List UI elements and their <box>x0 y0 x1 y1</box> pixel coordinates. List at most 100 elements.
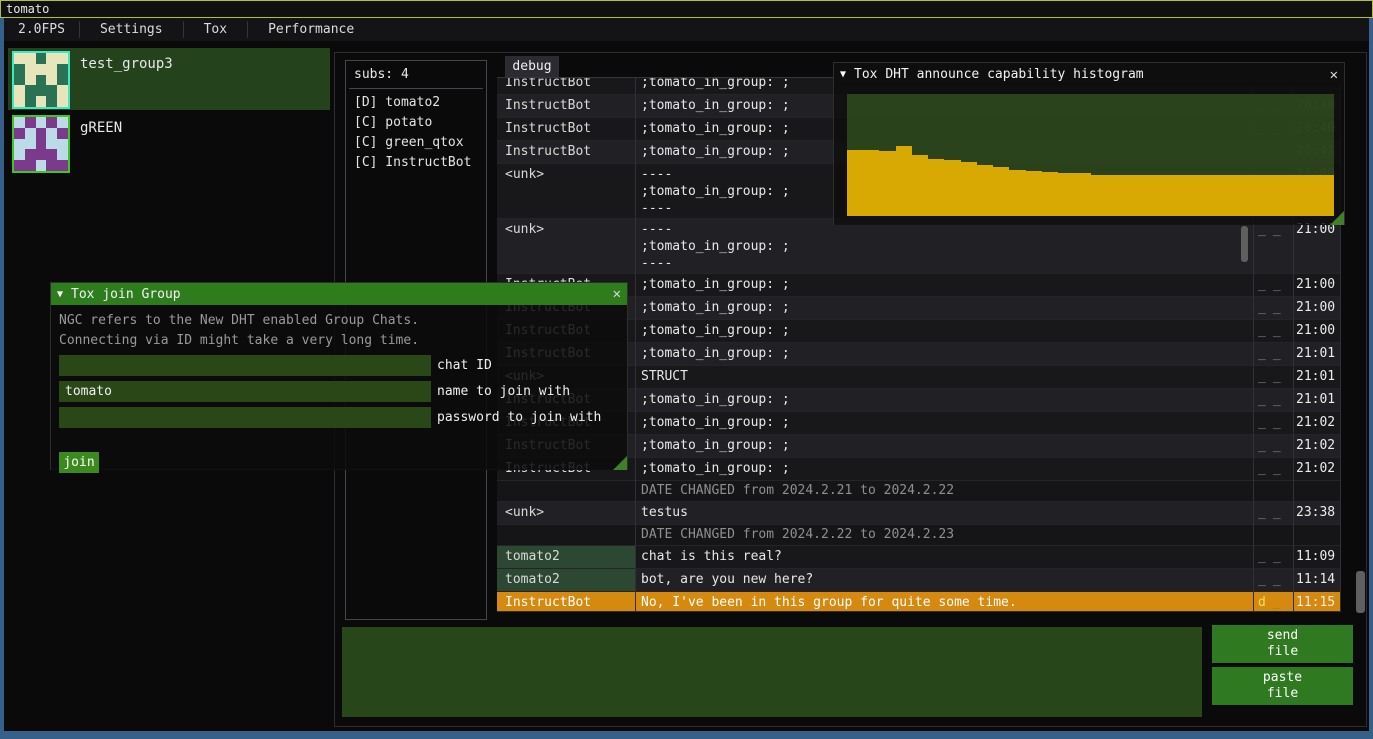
window-border-right <box>1369 18 1373 739</box>
window-border-bottom <box>0 731 1373 739</box>
message-text: ;tomato_in_group: ; <box>635 435 1253 457</box>
group-avatar <box>12 51 70 109</box>
message-time: 21:02 <box>1293 412 1340 434</box>
tab-debug[interactable]: debug <box>505 56 559 77</box>
sidebar-group-test_group3[interactable]: test_group3 <box>8 48 330 110</box>
menu-tox[interactable]: Tox <box>184 18 247 41</box>
fps-indicator: 2.0FPS <box>4 18 79 41</box>
column-separator <box>635 78 636 612</box>
members-separator <box>349 88 483 89</box>
app-window: tomato 2.0FPS Settings Tox Performance t… <box>0 0 1373 739</box>
message-author: InstructBot <box>497 118 635 140</box>
message-text: ;tomato_in_group: ; <box>635 320 1253 342</box>
chat-message-row[interactable]: <unk> testus __ 23:38 <box>497 502 1340 525</box>
message-author: <unk> <box>497 219 635 273</box>
message-time: 11:15 <box>1293 592 1340 612</box>
message-time: 21:00 <box>1293 297 1340 319</box>
message-text: ;tomato_in_group: ; <box>635 412 1253 434</box>
close-icon[interactable]: ✕ <box>1330 67 1338 83</box>
message-author: tomato2 <box>497 546 635 568</box>
chat-message-row[interactable]: <unk> ---- ;tomato_in_group: ; ---- __ 2… <box>497 219 1340 274</box>
system-message-text: DATE CHANGED from 2024.2.22 to 2024.2.23 <box>635 525 1340 545</box>
message-status: __ <box>1253 458 1293 480</box>
message-text: chat is this real? <box>635 546 1253 568</box>
send-file-button[interactable]: send file <box>1212 625 1353 663</box>
menu-settings[interactable]: Settings <box>80 18 183 41</box>
message-time: 21:00 <box>1293 274 1340 296</box>
resize-grip[interactable] <box>1330 211 1344 225</box>
system-message-text: DATE CHANGED from 2024.2.21 to 2024.2.22 <box>635 481 1340 501</box>
message-time: 21:00 <box>1293 320 1340 342</box>
message-author: <unk> <box>497 164 635 218</box>
os-titlebar[interactable]: tomato <box>0 0 1373 18</box>
chat-message-row[interactable]: tomato2 bot, are you new here? __ 11:14 <box>497 569 1340 592</box>
close-icon[interactable]: ✕ <box>613 286 621 302</box>
chat-id-input[interactable] <box>59 355 431 376</box>
dht-histogram-titlebar[interactable]: ▼ Tox DHT announce capability histogram … <box>834 63 1344 86</box>
group-name: gREEN <box>80 120 122 174</box>
message-text: No, I've been in this group for quite so… <box>635 592 1253 612</box>
chat-message-row-selected[interactable]: InstructBot No, I've been in this group … <box>497 592 1340 612</box>
message-time: 21:01 <box>1293 366 1340 388</box>
system-message-row: DATE CHANGED from 2024.2.22 to 2024.2.23 <box>497 525 1340 546</box>
message-input[interactable] <box>342 627 1202 717</box>
message-time: 11:14 <box>1293 569 1340 591</box>
message-author: InstructBot <box>497 78 635 94</box>
message-author: <unk> <box>497 502 635 524</box>
member-item[interactable]: [C] potato <box>346 113 486 133</box>
join-button[interactable]: join <box>59 452 99 473</box>
dht-histogram-window: ▼ Tox DHT announce capability histogram … <box>833 62 1345 225</box>
message-author: InstructBot <box>497 592 635 612</box>
chat-message-row[interactable]: tomato2 chat is this real? __ 11:09 <box>497 546 1340 569</box>
message-status: __ <box>1253 569 1293 591</box>
join-info-line: Connecting via ID might take a very long… <box>59 333 419 348</box>
join-password-label: password to join with <box>437 407 601 428</box>
message-time: 21:01 <box>1293 343 1340 365</box>
message-time: 21:01 <box>1293 389 1340 411</box>
window-title: Tox DHT announce capability histogram <box>854 67 1144 82</box>
message-text: ;tomato_in_group: ; <box>635 274 1253 296</box>
message-status: d_ <box>1253 592 1293 612</box>
join-password-input[interactable] <box>59 407 431 428</box>
system-message-row: DATE CHANGED from 2024.2.21 to 2024.2.22 <box>497 481 1340 502</box>
paste-file-button[interactable]: paste file <box>1212 667 1353 705</box>
chat-id-label: chat ID <box>437 355 492 376</box>
join-group-titlebar[interactable]: ▼ Tox join Group ✕ <box>51 283 627 305</box>
message-text: ;tomato_in_group: ; <box>635 297 1253 319</box>
join-info-line: NGC refers to the New DHT enabled Group … <box>59 313 419 328</box>
join-name-input[interactable]: tomato <box>59 381 431 402</box>
join-name-label: name to join with <box>437 381 570 402</box>
message-author: tomato2 <box>497 569 635 591</box>
message-status: __ <box>1253 219 1293 273</box>
sidebar-group-gREEN[interactable]: gREEN <box>8 112 330 174</box>
group-name: test_group3 <box>80 56 173 110</box>
message-status: __ <box>1253 389 1293 411</box>
menubar: 2.0FPS Settings Tox Performance <box>4 18 1369 41</box>
resize-grip[interactable] <box>613 456 627 470</box>
message-time: 11:09 <box>1293 546 1340 568</box>
message-time: 23:38 <box>1293 502 1340 524</box>
message-time: 21:00 <box>1293 219 1340 273</box>
message-status: __ <box>1253 297 1293 319</box>
message-status: __ <box>1253 546 1293 568</box>
message-status: __ <box>1253 366 1293 388</box>
member-item[interactable]: [C] green_qtox <box>346 133 486 153</box>
message-text: ;tomato_in_group: ; <box>635 343 1253 365</box>
collapse-arrow-icon[interactable]: ▼ <box>57 289 63 300</box>
dht-capability-histogram-plot <box>847 94 1334 216</box>
message-author: InstructBot <box>497 95 635 117</box>
message-time: 21:02 <box>1293 435 1340 457</box>
message-status: __ <box>1253 435 1293 457</box>
window-title: Tox join Group <box>71 287 181 302</box>
message-text: testus <box>635 502 1253 524</box>
group-avatar <box>12 115 70 173</box>
member-item[interactable]: [C] InstructBot <box>346 153 486 173</box>
member-item[interactable]: [D] tomato2 <box>346 93 486 113</box>
panel-scrollbar-thumb[interactable] <box>1356 571 1365 613</box>
message-scrollbar-thumb[interactable] <box>1241 226 1248 262</box>
collapse-arrow-icon[interactable]: ▼ <box>840 69 846 80</box>
message-status: __ <box>1253 343 1293 365</box>
menu-performance[interactable]: Performance <box>248 18 374 41</box>
message-text: ---- ;tomato_in_group: ; ---- <box>635 219 1253 273</box>
join-group-window: ▼ Tox join Group ✕ NGC refers to the New… <box>50 282 628 470</box>
